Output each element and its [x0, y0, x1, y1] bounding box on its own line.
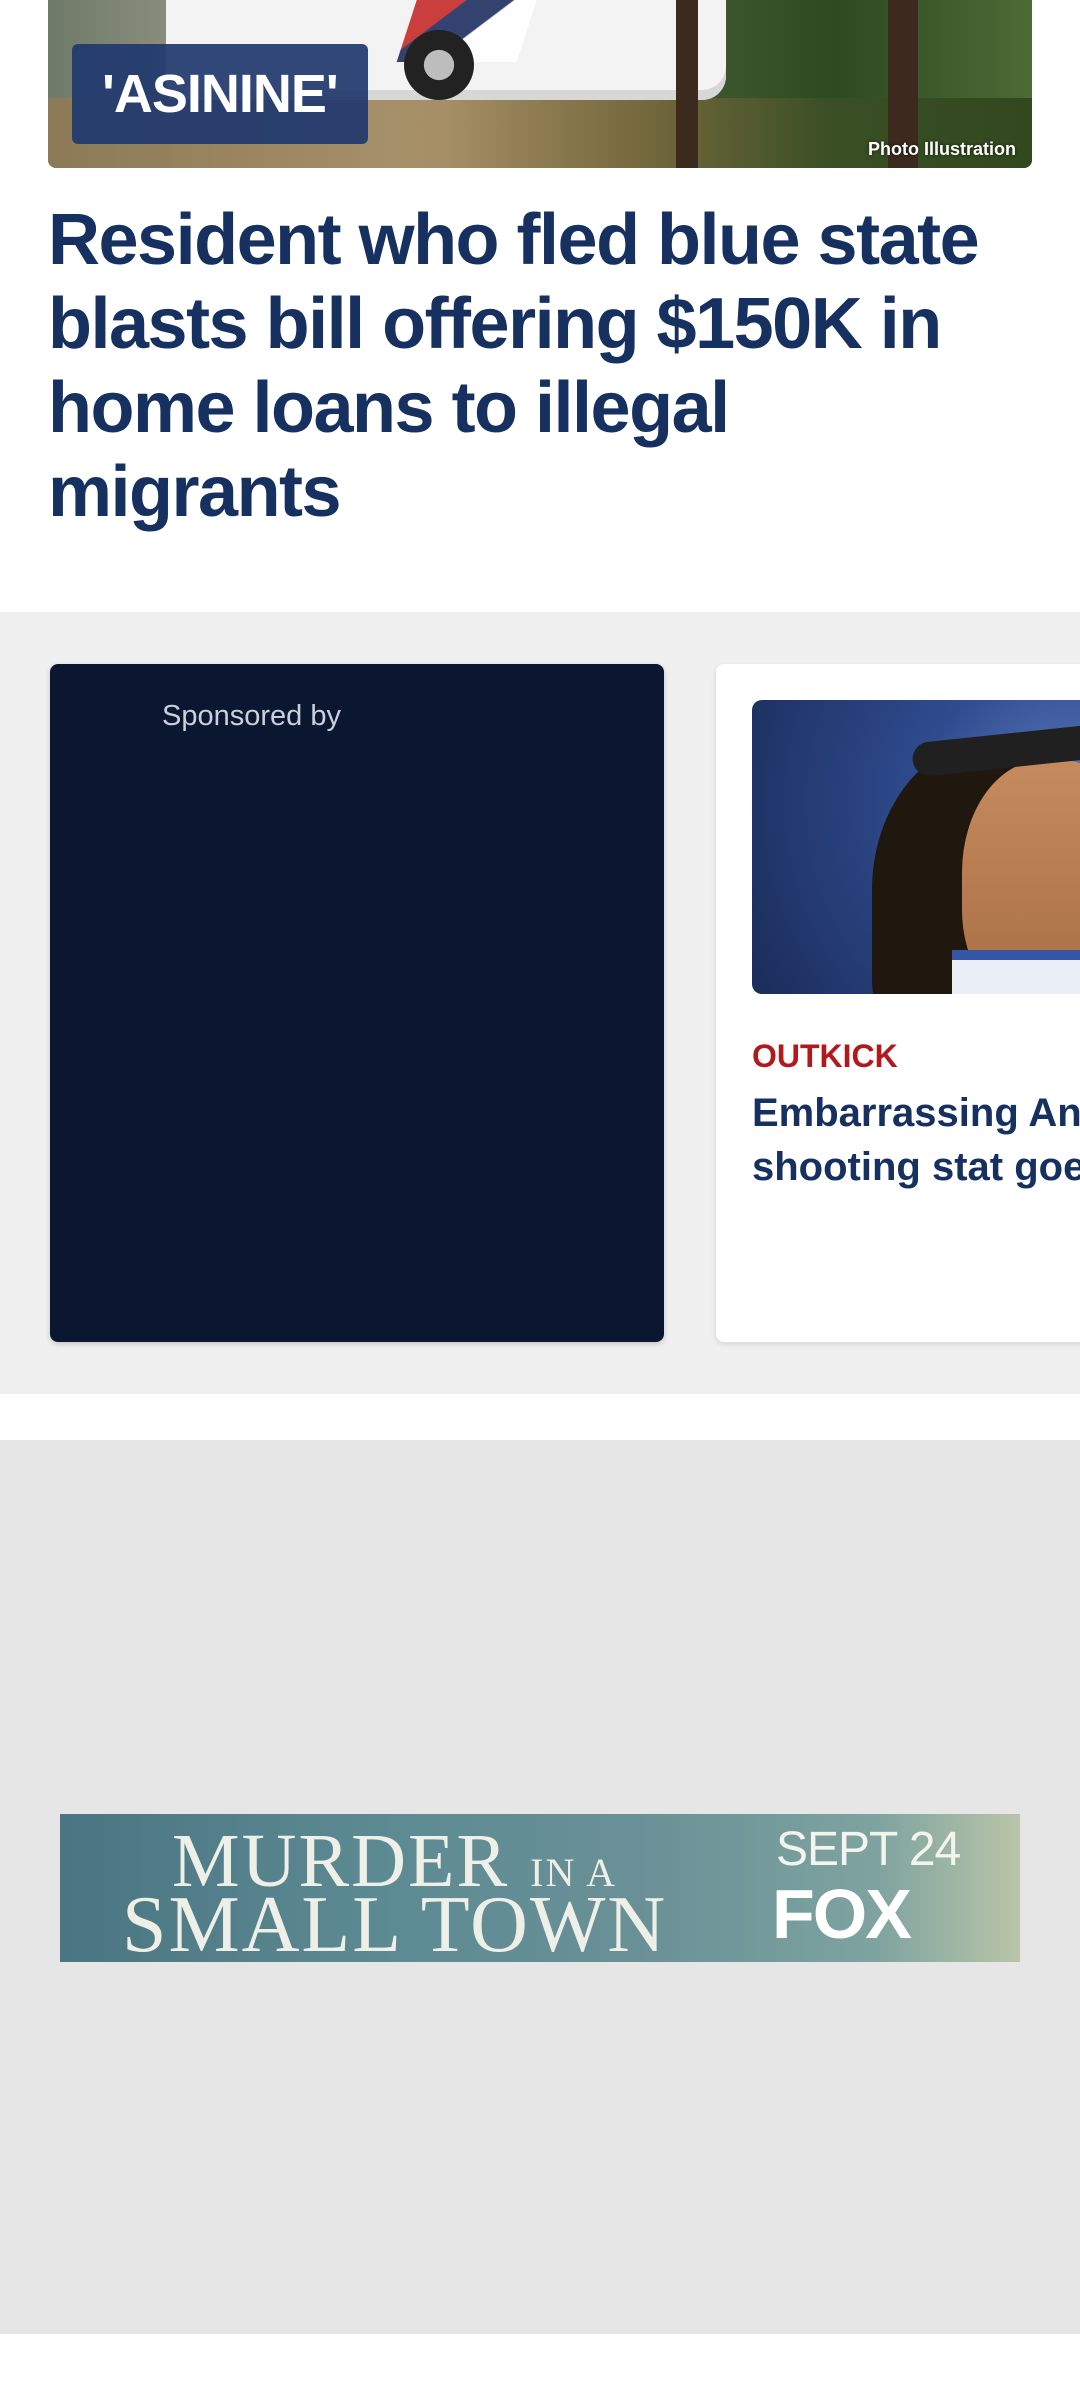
hero-tag-label: 'ASININE': [72, 44, 368, 144]
sponsored-label: Sponsored by: [162, 700, 341, 732]
hero-photo-tree: [676, 0, 698, 168]
ad-banner[interactable]: MURDER IN A SMALL TOWN SEPT 24 FOX: [60, 1814, 1020, 1962]
headline-link[interactable]: Resident who fled blue state blasts bill…: [48, 198, 1032, 534]
story-photo-jersey: [952, 950, 1080, 994]
hero-photo-wheel: [404, 30, 474, 100]
photo-credit: Photo Illustration: [868, 139, 1016, 159]
story-card[interactable]: OUTKICK Embarrassing Ange shooting stat …: [716, 664, 1080, 1342]
story-carousel[interactable]: Sponsored by OUTKICK Embarrassing Ange s…: [0, 612, 1080, 1394]
hero-image[interactable]: 'ASININE' Photo Illustration: [48, 0, 1032, 168]
ad-date: SEPT 24: [776, 1823, 961, 1876]
ad-slot: MURDER IN A SMALL TOWN SEPT 24 FOX: [0, 1440, 1080, 2334]
story-category-label[interactable]: OUTKICK: [752, 1038, 898, 1075]
ad-title-line2: SMALL TOWN: [122, 1881, 668, 1962]
story-thumbnail[interactable]: [752, 700, 1080, 994]
sponsored-card[interactable]: Sponsored by: [50, 664, 664, 1342]
ad-network-logo: FOX: [772, 1875, 912, 1953]
story-title-link[interactable]: Embarrassing Ange shooting stat goes: [752, 1086, 1080, 1194]
